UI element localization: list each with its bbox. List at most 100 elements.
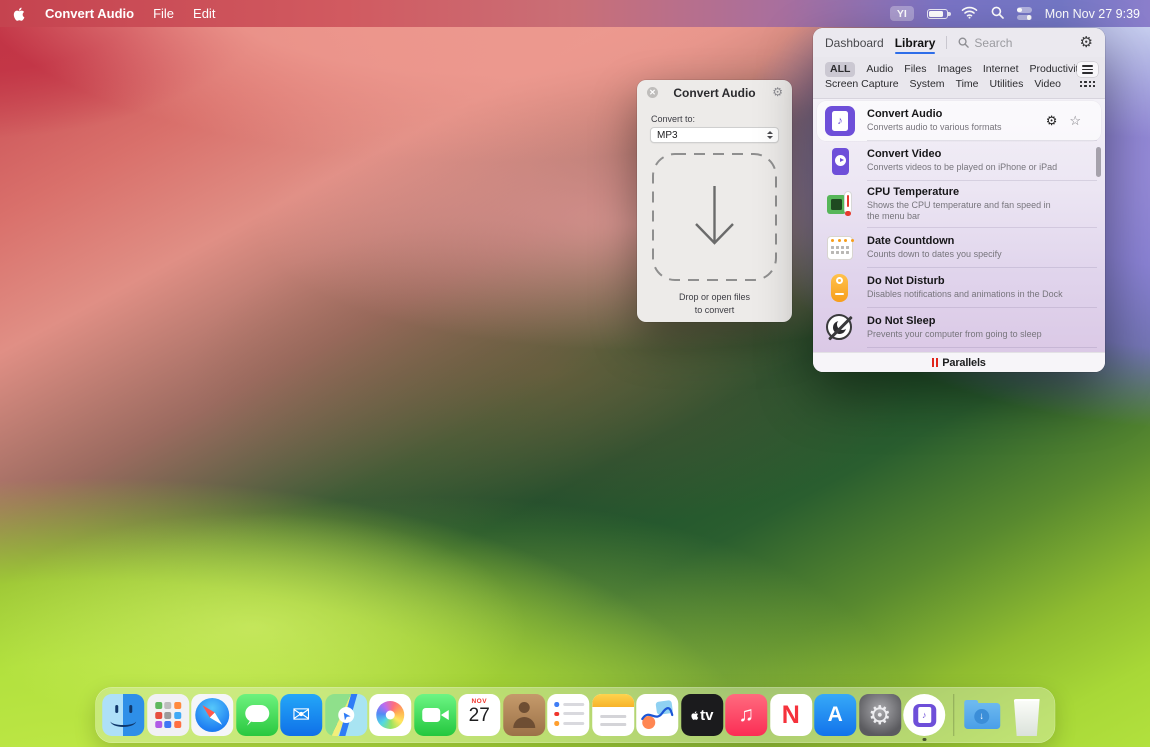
search-field[interactable] bbox=[958, 36, 1068, 50]
convert-video-icon bbox=[825, 146, 855, 176]
search-input[interactable] bbox=[974, 36, 1068, 50]
dock-contacts-icon[interactable] bbox=[503, 694, 545, 736]
desktop: Convert Audio File Edit YI Mon Nov 27 9:… bbox=[0, 0, 1150, 747]
dock-news-icon[interactable]: N bbox=[770, 694, 812, 736]
category-all[interactable]: ALL bbox=[825, 62, 855, 77]
category-row-1: ALLAudioFilesImagesInternetProductivity bbox=[825, 62, 1071, 77]
dock-reminders-icon[interactable] bbox=[547, 694, 589, 736]
list-item-date-countdown[interactable]: Date Countdown Counts down to dates you s… bbox=[813, 228, 1105, 268]
dock-photos-icon[interactable] bbox=[369, 694, 411, 736]
dock-safari-icon[interactable] bbox=[191, 694, 233, 736]
list-item-title: Convert Audio bbox=[867, 108, 1034, 120]
category-row-2: Screen Capture System Time Utilities Video bbox=[825, 77, 1071, 92]
dock-calendar-icon[interactable]: NOV27 bbox=[458, 694, 500, 736]
category-images[interactable]: Images bbox=[937, 62, 971, 77]
list-view-icon[interactable] bbox=[1077, 62, 1098, 77]
item-favorite-icon[interactable]: ☆ bbox=[1069, 113, 1081, 129]
download-arrow-icon bbox=[696, 186, 733, 243]
dock-notes-icon[interactable] bbox=[592, 694, 634, 736]
format-select[interactable]: MP3 bbox=[650, 127, 779, 143]
cpu-temperature-icon bbox=[825, 189, 855, 219]
category-utilities[interactable]: Utilities bbox=[990, 77, 1024, 92]
select-stepper-icon bbox=[767, 131, 775, 139]
list-item-description: Converts audio to various formats bbox=[867, 122, 1034, 133]
list-item-convert-video[interactable]: Convert Video Converts videos to be playe… bbox=[813, 141, 1105, 181]
header-divider bbox=[946, 36, 947, 49]
category-audio[interactable]: Audio bbox=[866, 62, 893, 77]
dock-facetime-icon[interactable] bbox=[414, 694, 456, 736]
convert-audio-icon: ♪ bbox=[825, 106, 855, 136]
category-files[interactable]: Files bbox=[904, 62, 926, 77]
dock-freeform-icon[interactable] bbox=[636, 694, 678, 736]
category-video[interactable]: Video bbox=[1034, 77, 1061, 92]
tab-dashboard[interactable]: Dashboard bbox=[825, 28, 884, 57]
drop-zone[interactable] bbox=[651, 152, 778, 282]
tool-list: ♪ Convert Audio Converts audio to various … bbox=[813, 99, 1105, 352]
list-item-description: Disables notifications and animations in… bbox=[867, 289, 1063, 300]
dock-music-icon[interactable]: ♫ bbox=[725, 694, 767, 736]
dock: ✉ NOV27 tv ♫ N A ⚙ ♪ ↓ bbox=[95, 687, 1055, 743]
wifi-icon[interactable] bbox=[961, 6, 978, 22]
dock-appstore-icon[interactable]: A bbox=[814, 694, 856, 736]
spotlight-icon[interactable] bbox=[991, 6, 1004, 22]
grid-view-icon[interactable] bbox=[1080, 81, 1095, 87]
dock-settings-icon[interactable]: ⚙ bbox=[859, 694, 901, 736]
dock-downloads-icon[interactable]: ↓ bbox=[961, 694, 1003, 736]
category-screen-capture[interactable]: Screen Capture bbox=[825, 77, 899, 92]
battery-icon[interactable] bbox=[927, 9, 948, 19]
list-item-download-audio[interactable]: Download Audio⚙☆ bbox=[813, 348, 1105, 353]
list-item-title: Do Not Sleep bbox=[867, 315, 1095, 327]
input-source-badge[interactable]: YI bbox=[890, 6, 914, 21]
search-icon bbox=[958, 37, 969, 48]
item-settings-icon[interactable]: ⚙ bbox=[1046, 113, 1058, 129]
list-item-convert-audio[interactable]: ♪ Convert Audio Converts audio to various … bbox=[813, 101, 1105, 141]
list-item-do-not-disturb[interactable]: Do Not Disturb Disables notifications and… bbox=[813, 268, 1105, 308]
dock-separator bbox=[953, 694, 954, 736]
convert-audio-window: ✕ Convert Audio ⚙ Convert to: MP3 Drop o… bbox=[637, 80, 792, 322]
list-item-do-not-sleep[interactable]: Do Not Sleep Prevents your computer from … bbox=[813, 308, 1105, 348]
convert-to-label: Convert to: bbox=[651, 114, 792, 124]
list-item-description: Prevents your computer from going to sle… bbox=[867, 329, 1063, 340]
dock-mail-icon[interactable]: ✉ bbox=[280, 694, 322, 736]
parallels-logo-icon bbox=[932, 358, 938, 367]
category-internet[interactable]: Internet bbox=[983, 62, 1019, 77]
do-not-disturb-icon bbox=[825, 273, 855, 303]
list-item-title: Do Not Disturb bbox=[867, 275, 1095, 287]
toolbox-library-panel: Dashboard Library ⚙ ALL Audio Files Images I… bbox=[813, 28, 1105, 372]
menu-edit[interactable]: Edit bbox=[193, 6, 215, 21]
format-select-value: MP3 bbox=[657, 130, 767, 141]
list-item-description: Converts videos to be played on iPhone o… bbox=[867, 162, 1063, 173]
dock-maps-icon[interactable] bbox=[325, 694, 367, 736]
dock-launchpad-icon[interactable] bbox=[147, 694, 189, 736]
menu-clock[interactable]: Mon Nov 27 9:39 bbox=[1045, 7, 1140, 21]
dock-trash-icon[interactable] bbox=[1006, 694, 1048, 736]
category-system[interactable]: System bbox=[910, 77, 945, 92]
category-productivity[interactable]: Productivity bbox=[1030, 62, 1084, 77]
menu-app-name[interactable]: Convert Audio bbox=[45, 6, 134, 21]
dock-convert-audio-icon[interactable]: ♪ bbox=[903, 694, 945, 736]
category-time[interactable]: Time bbox=[956, 77, 979, 92]
panel-settings-icon[interactable]: ⚙ bbox=[1080, 35, 1093, 50]
list-item-title: Date Countdown bbox=[867, 235, 1095, 247]
date-countdown-icon bbox=[825, 233, 855, 263]
control-center-icon[interactable] bbox=[1017, 7, 1032, 20]
list-item-title: Convert Video bbox=[867, 148, 1095, 160]
dock-finder-icon[interactable] bbox=[102, 694, 144, 736]
window-settings-icon[interactable]: ⚙ bbox=[772, 85, 783, 99]
menu-file[interactable]: File bbox=[153, 6, 174, 21]
do-not-sleep-icon bbox=[825, 313, 855, 343]
brand-bar: Parallels bbox=[813, 352, 1105, 372]
tab-library[interactable]: Library bbox=[895, 28, 936, 57]
list-item-description: Counts down to dates you specify bbox=[867, 249, 1063, 260]
window-title: Convert Audio bbox=[673, 86, 755, 100]
brand-name: Parallels bbox=[942, 357, 985, 369]
category-filters: ALLAudioFilesImagesInternetProductivity … bbox=[813, 57, 1105, 99]
close-icon[interactable]: ✕ bbox=[647, 87, 658, 98]
list-item-title: CPU Temperature bbox=[867, 186, 1095, 198]
dock-messages-icon[interactable] bbox=[236, 694, 278, 736]
list-item-cpu-temperature[interactable]: CPU TemperatureShows the CPU temperature… bbox=[813, 181, 1105, 228]
window-title-bar: ✕ Convert Audio ⚙ bbox=[637, 80, 792, 106]
apple-menu-icon[interactable] bbox=[12, 6, 26, 22]
panel-header: Dashboard Library ⚙ bbox=[813, 28, 1105, 57]
dock-appletv-icon[interactable]: tv bbox=[681, 694, 723, 736]
